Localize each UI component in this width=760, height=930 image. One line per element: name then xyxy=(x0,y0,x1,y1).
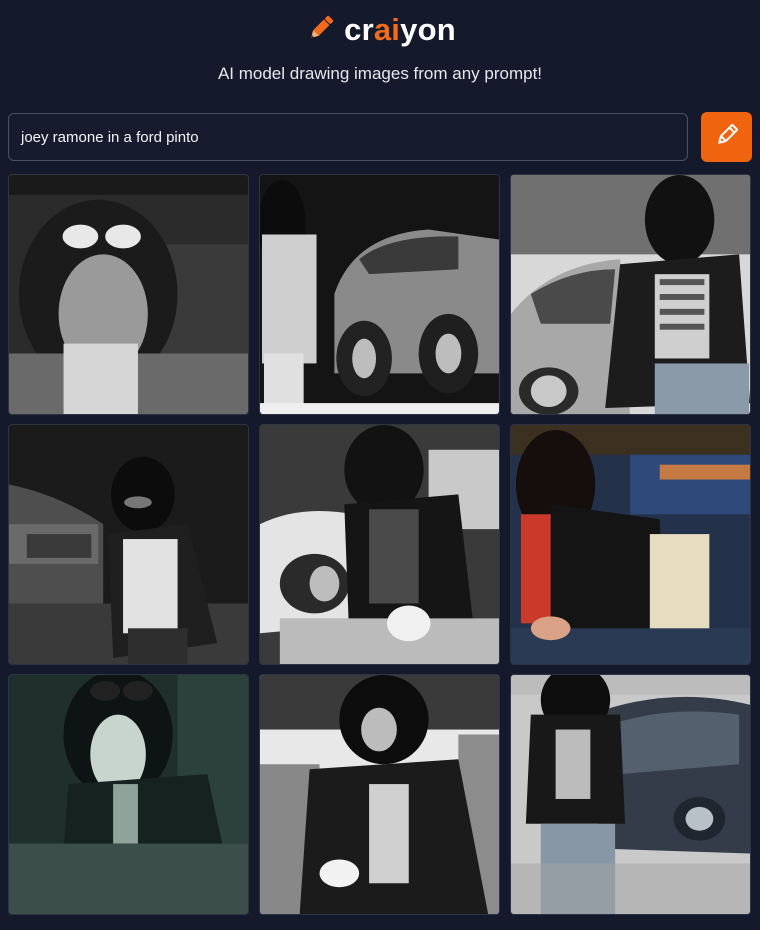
tagline: AI model drawing images from any prompt! xyxy=(217,64,543,83)
result-image-2[interactable] xyxy=(259,174,500,415)
result-image-3[interactable] xyxy=(510,174,751,415)
logo[interactable]: craiyon xyxy=(0,10,760,50)
prompt-input[interactable]: joey ramone in a ford pinto xyxy=(8,113,688,161)
prompt-text[interactable]: joey ramone in a ford pinto xyxy=(21,129,199,146)
result-image-1[interactable] xyxy=(8,174,249,415)
result-image-9[interactable] xyxy=(510,674,751,915)
result-image-8[interactable] xyxy=(259,674,500,915)
result-image-5[interactable] xyxy=(259,424,500,665)
result-image-6[interactable] xyxy=(510,424,751,665)
result-image-4[interactable] xyxy=(8,424,249,665)
pencil-icon xyxy=(304,11,338,50)
result-grid xyxy=(8,174,752,918)
brand-name: craiyon xyxy=(344,12,456,47)
pencil-icon xyxy=(714,122,740,153)
result-image-7[interactable] xyxy=(8,674,249,915)
draw-button[interactable] xyxy=(701,112,752,162)
